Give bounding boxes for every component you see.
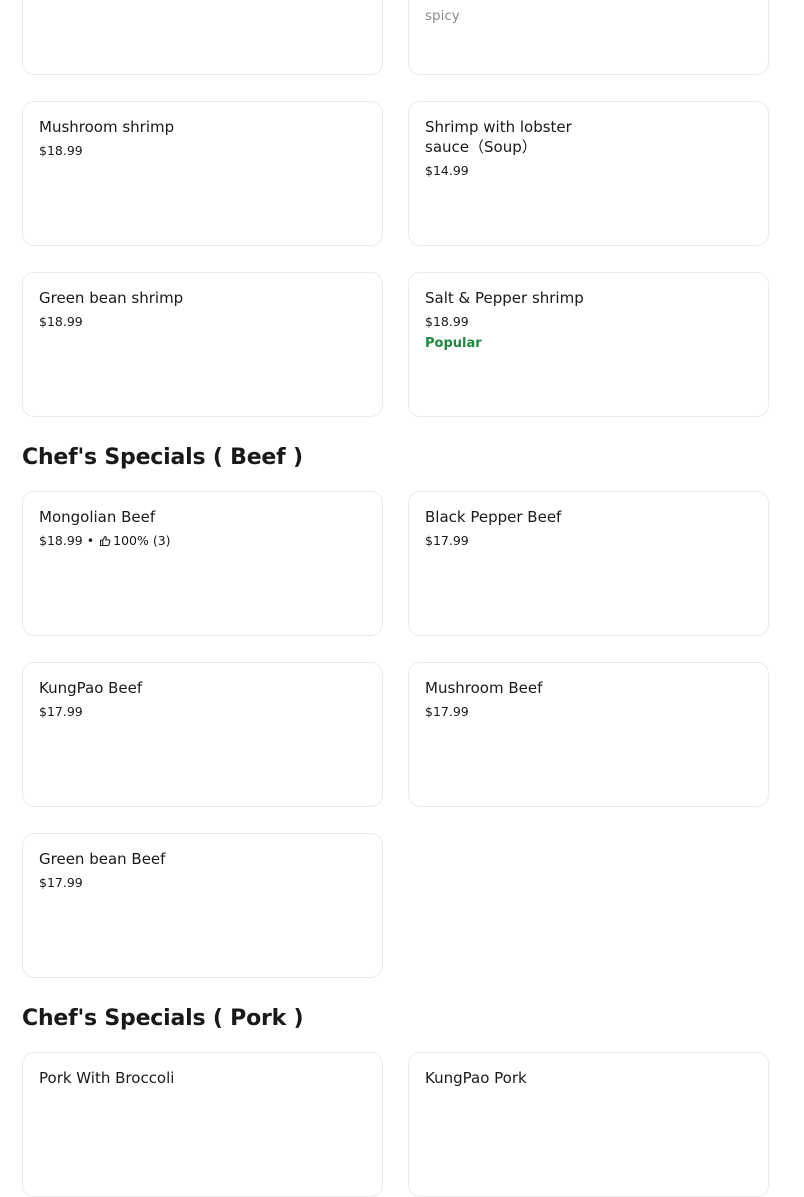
item-price: $18.99 (39, 314, 83, 329)
item-price: $18.99 (39, 533, 83, 548)
item-name: Green bean shrimp (39, 289, 184, 307)
menu-item-card[interactable] (22, 0, 383, 75)
menu-item-card[interactable]: Black Pepper Beef $17.99 (408, 491, 769, 636)
menu-item-card[interactable]: Shrimp with lobster sauce（Soup） $14.99 (408, 101, 769, 246)
thumbs-up-icon (100, 535, 111, 547)
item-price: $17.99 (425, 704, 469, 719)
item-name: Shrimp with lobster sauce（Soup） (425, 118, 572, 156)
item-name: Mushroom shrimp (39, 118, 175, 136)
item-name: KungPao Pork (425, 1069, 527, 1087)
menu-item-card[interactable]: Mushroom Beef $17.99 (408, 662, 769, 807)
menu-item-card[interactable]: Salt & Pepper shrimp $18.99 Popular (408, 272, 769, 417)
item-name: Mongolian Beef (39, 508, 156, 526)
item-name: Green bean Beef (39, 850, 166, 868)
item-name: Pork With Broccoli (39, 1069, 175, 1087)
item-name: Black Pepper Beef (425, 508, 562, 526)
menu-item-card[interactable]: Pork With Broccoli (22, 1052, 383, 1197)
item-name: KungPao Beef (39, 679, 143, 697)
item-price: $18.99 (39, 143, 83, 158)
item-name: Salt & Pepper shrimp (425, 289, 584, 307)
item-price: $18.99 (425, 314, 469, 329)
item-price: $17.99 (39, 704, 83, 719)
menu-item-card[interactable]: KungPao Beef $17.99 (22, 662, 383, 807)
section-title-beef: Chef's Specials ( Beef ) (22, 445, 303, 470)
item-description: spicy (425, 8, 460, 24)
item-price: $17.99 (425, 533, 469, 548)
item-name: Mushroom Beef (425, 679, 543, 697)
menu-item-card[interactable]: spicy (408, 0, 769, 75)
popular-badge: Popular (425, 336, 482, 351)
item-price: $14.99 (425, 163, 469, 178)
section-title-pork: Chef's Specials ( Pork ) (22, 1006, 304, 1031)
menu-item-card[interactable]: Green bean Beef $17.99 (22, 833, 383, 978)
menu-item-card[interactable]: Green bean shrimp $18.99 (22, 272, 383, 417)
menu-item-card[interactable]: KungPao Pork (408, 1052, 769, 1197)
item-price: $17.99 (39, 875, 83, 890)
item-rating: 100% (3) (113, 533, 171, 548)
menu-item-card[interactable]: Mongolian Beef $18.99 • 100% (3) (22, 491, 383, 636)
menu-item-card[interactable]: Mushroom shrimp $18.99 (22, 101, 383, 246)
meta-separator: • (86, 533, 95, 548)
